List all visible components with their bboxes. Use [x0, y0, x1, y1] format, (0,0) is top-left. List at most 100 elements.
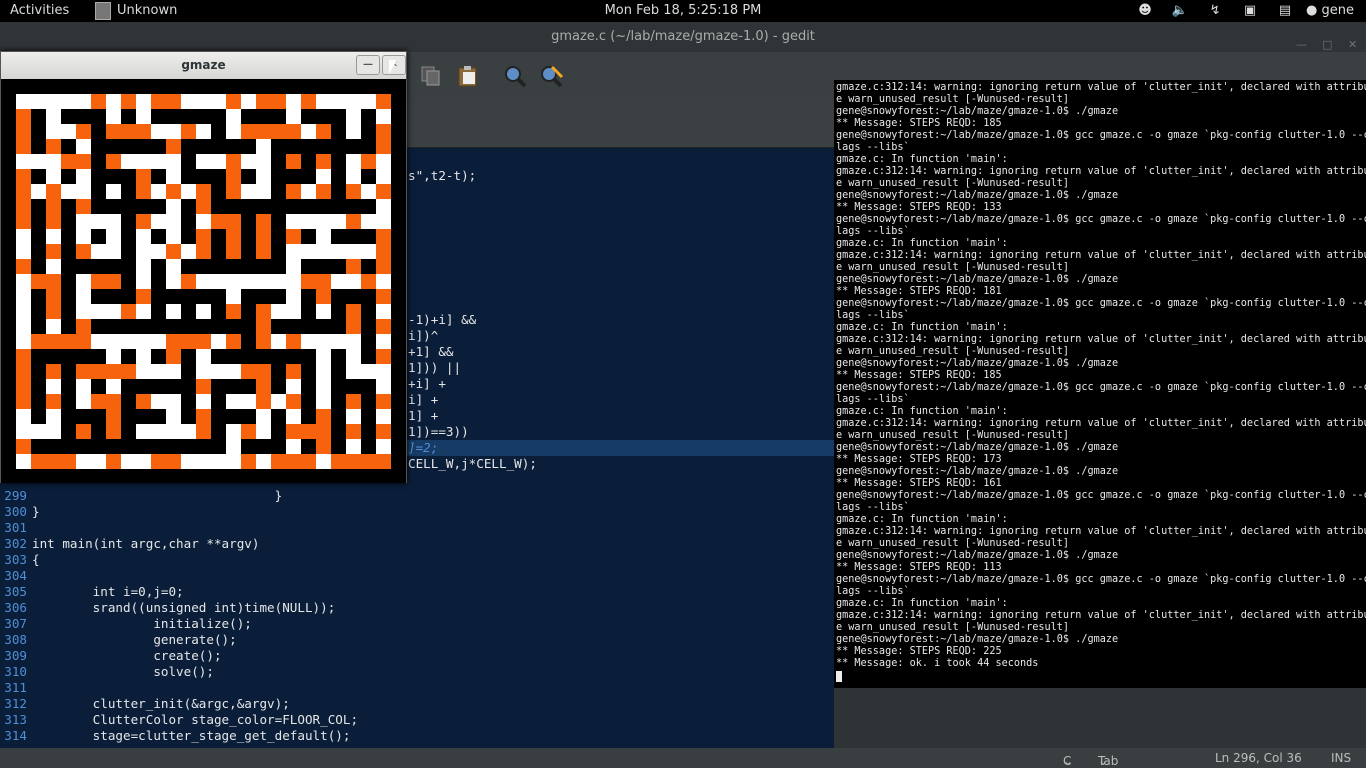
maze-cell	[166, 289, 181, 304]
user-menu[interactable]: ● gene	[1306, 2, 1354, 20]
maze-cell	[301, 199, 316, 214]
maze-cell	[61, 454, 76, 469]
maze-cell	[271, 109, 286, 124]
paste-icon[interactable]	[455, 63, 481, 89]
gmaze-minimize-button[interactable]: —	[356, 55, 380, 75]
maze-cell	[361, 379, 376, 394]
maze-cell	[196, 94, 211, 109]
volume-icon[interactable]: 🔈	[1171, 2, 1189, 20]
maze-cell	[376, 154, 391, 169]
maze-cell	[271, 334, 286, 349]
maze-cell	[286, 379, 301, 394]
gedit-window-title: gmaze.c (~/lab/maze/gmaze-1.0) - gedit	[551, 29, 815, 44]
maze-cell	[151, 184, 166, 199]
maze-cell	[226, 349, 241, 364]
maze-cell	[331, 409, 346, 424]
maze-cell	[286, 169, 301, 184]
terminal-line: lags --libs`	[836, 586, 910, 597]
maze-cell	[61, 379, 76, 394]
partial-code-line: +i] +	[408, 376, 446, 391]
maze-cell	[46, 184, 61, 199]
maze-cell	[271, 289, 286, 304]
maze-cell	[256, 319, 271, 334]
maze-cell	[136, 349, 151, 364]
maze-cell	[16, 439, 31, 454]
maze-cell	[271, 364, 286, 379]
maze-cell	[346, 109, 361, 124]
code-text: int main(int argc,char **argv)	[32, 536, 260, 551]
maze-cell	[151, 364, 166, 379]
maze-cell	[241, 364, 256, 379]
maze-cell	[166, 199, 181, 214]
maze-cell	[331, 244, 346, 259]
display-icon[interactable]: ▣	[1241, 2, 1259, 20]
maze-cell	[76, 424, 91, 439]
maze-cell	[256, 289, 271, 304]
maze-cell	[181, 184, 196, 199]
maze-cell	[166, 139, 181, 154]
partial-code-line: +1] &&	[408, 344, 454, 359]
search-icon[interactable]	[502, 63, 528, 89]
maze-cell	[256, 184, 271, 199]
maze-cell	[106, 424, 121, 439]
maze-cell	[226, 364, 241, 379]
maze-cell	[31, 409, 46, 424]
maze-cell	[181, 244, 196, 259]
terminal-window[interactable]: gmaze.c:312:14: warning: ignoring return…	[834, 80, 1366, 688]
terminal-line: gmaze.c:312:14: warning: ignoring return…	[836, 250, 1366, 261]
maze-cell	[31, 304, 46, 319]
maze-cell	[181, 214, 196, 229]
maze-cell	[16, 199, 31, 214]
maze-cell	[91, 319, 106, 334]
gedit-titlebar[interactable]: gmaze.c (~/lab/maze/gmaze-1.0) - gedit —…	[0, 22, 1366, 52]
line-number: 310	[4, 664, 27, 679]
maze-cell	[31, 319, 46, 334]
copy-icon[interactable]	[418, 63, 444, 89]
maze-cell	[196, 439, 211, 454]
maze-cell	[76, 184, 91, 199]
maze-cell	[211, 244, 226, 259]
search-replace-icon[interactable]	[538, 63, 564, 89]
maze-cell	[76, 199, 91, 214]
maze-cell	[211, 274, 226, 289]
terminal-line: e warn_unused_result [-Wunused-result]	[836, 178, 1070, 189]
accessibility-icon[interactable]: ☻	[1136, 2, 1154, 20]
maze-cell	[16, 154, 31, 169]
maze-cell	[271, 349, 286, 364]
maze-cell	[316, 274, 331, 289]
maze-cell	[61, 334, 76, 349]
terminal-line: gmaze.c: In function 'main':	[836, 598, 1008, 609]
maze-cell	[331, 229, 346, 244]
insert-mode: INS	[1331, 751, 1352, 765]
maze-cell	[211, 424, 226, 439]
maze-cell	[226, 379, 241, 394]
clipboard-icon[interactable]: ▤	[1276, 2, 1294, 20]
maze-cell	[106, 289, 121, 304]
maze-cell	[301, 154, 316, 169]
maze-cell	[346, 334, 361, 349]
maze-cell	[301, 439, 316, 454]
maze-cell	[316, 439, 331, 454]
status-bar: C ⌄ Tab Width: 8 ⌄ Ln 296, Col 36 INS	[0, 748, 1366, 768]
partial-code-line: i])^	[408, 328, 439, 343]
code-text: initialize();	[32, 616, 252, 631]
maze-cell	[46, 439, 61, 454]
maze-cell	[316, 289, 331, 304]
bluetooth-icon[interactable]: ↯	[1206, 2, 1224, 20]
maze-cell	[181, 199, 196, 214]
maze-cell	[301, 424, 316, 439]
maze-cell	[106, 304, 121, 319]
terminal-line: gmaze.c:312:14: warning: ignoring return…	[836, 418, 1366, 429]
gmaze-titlebar[interactable]: gmaze — ✕	[1, 52, 406, 79]
maze-cell	[166, 109, 181, 124]
maze-cell	[286, 199, 301, 214]
maze-cell	[241, 289, 256, 304]
maze-cell	[286, 334, 301, 349]
maze-cell	[286, 124, 301, 139]
maze-cell	[376, 304, 391, 319]
maze-cell	[226, 199, 241, 214]
maze-cell	[256, 439, 271, 454]
maze-cell	[46, 304, 61, 319]
maze-cell	[301, 229, 316, 244]
maze-cell	[136, 94, 151, 109]
